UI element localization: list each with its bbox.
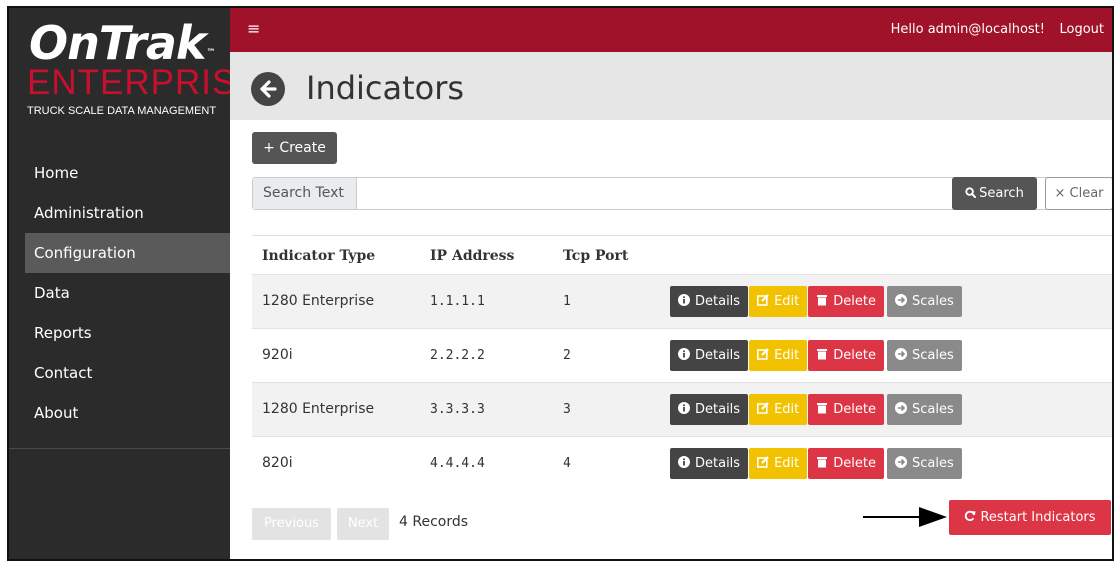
user-greeting: Hello admin@localhost! xyxy=(890,22,1045,37)
sidebar: OnTrak™ ENTERPRISE TRUCK SCALE DATA MANA… xyxy=(9,8,260,559)
details-button[interactable]: Details xyxy=(670,393,749,425)
row-actions: Details Edit Delete Scales xyxy=(660,273,1112,328)
create-button[interactable]: + Create xyxy=(252,132,337,164)
page-title: Indicators xyxy=(306,69,465,107)
refresh-icon xyxy=(965,510,976,521)
previous-button[interactable]: Previous xyxy=(252,508,331,540)
delete-button[interactable]: Delete xyxy=(808,447,884,479)
delete-button[interactable]: Delete xyxy=(808,285,884,317)
cell-indicator-type: 1280 Enterprise xyxy=(252,381,420,436)
next-button[interactable]: Next xyxy=(337,508,389,540)
search-icon xyxy=(965,187,977,199)
top-navbar: ≡ Hello admin@localhost! Logout xyxy=(230,8,1112,52)
cell-indicator-type: 1280 Enterprise xyxy=(252,273,420,328)
sidebar-item-administration[interactable]: Administration xyxy=(9,193,230,233)
restart-indicators-button[interactable]: Restart Indicators xyxy=(949,500,1111,535)
logout-link[interactable]: Logout xyxy=(1059,22,1104,37)
cell-ip-address: 2.2.2.2 xyxy=(420,327,553,382)
delete-button[interactable]: Delete xyxy=(808,393,884,425)
column-header-indicator-type: Indicator Type xyxy=(262,247,376,264)
logo-edition: ENTERPRISE xyxy=(27,63,261,102)
cell-indicator-type: 820i xyxy=(252,435,420,490)
info-circle-icon xyxy=(678,401,690,414)
hamburger-icon[interactable]: ≡ xyxy=(247,21,260,37)
scales-button[interactable]: Scales xyxy=(886,447,962,479)
column-header-tcp-port: Tcp Port xyxy=(563,247,629,264)
arrow-left-circle-icon[interactable] xyxy=(251,72,285,106)
cell-tcp-port: 2 xyxy=(553,327,660,382)
clear-button[interactable]: × Clear xyxy=(1045,177,1112,210)
sidebar-item-data[interactable]: Data xyxy=(9,273,230,313)
edit-button[interactable]: Edit xyxy=(749,285,808,317)
sidebar-divider xyxy=(9,448,230,449)
row-actions: Details Edit Delete Scales xyxy=(660,327,1112,382)
sidebar-item-home[interactable]: Home xyxy=(9,153,230,193)
table-row: 920i 2.2.2.2 2 Details Edit Delete Scales xyxy=(252,327,1112,382)
column-header-ip-address: IP Address xyxy=(430,247,515,264)
details-button[interactable]: Details xyxy=(670,339,749,371)
cell-tcp-port: 4 xyxy=(553,435,660,490)
edit-icon xyxy=(757,293,769,306)
trash-icon xyxy=(817,348,828,359)
logo-tagline: TRUCK SCALE DATA MANAGEMENT xyxy=(27,105,217,117)
brand-logo: OnTrak™ ENTERPRISE TRUCK SCALE DATA MANA… xyxy=(9,8,260,138)
cell-tcp-port: 1 xyxy=(553,273,660,328)
details-button[interactable]: Details xyxy=(670,285,749,317)
edit-button[interactable]: Edit xyxy=(749,393,808,425)
table-row: 1280 Enterprise 1.1.1.1 1 Details Edit Del… xyxy=(252,273,1112,328)
sidebar-item-contact[interactable]: Contact xyxy=(9,353,230,393)
sidebar-item-reports[interactable]: Reports xyxy=(9,313,230,353)
sidebar-nav: Home Administration Configuration Data R… xyxy=(9,153,230,433)
page-header: Indicators xyxy=(230,52,1112,120)
cell-ip-address: 3.3.3.3 xyxy=(420,381,553,436)
sidebar-item-about[interactable]: About xyxy=(9,393,230,433)
callout-arrow-icon xyxy=(863,507,947,527)
search-input[interactable] xyxy=(358,178,948,209)
edit-button[interactable]: Edit xyxy=(749,339,808,371)
logo-wordmark: OnTrak™ xyxy=(29,16,216,70)
edit-icon xyxy=(757,347,769,360)
table-row: 820i 4.4.4.4 4 Details Edit Delete Scales xyxy=(252,435,1112,490)
table-header-row: Indicator Type IP Address Tcp Port xyxy=(252,238,1112,274)
arrow-right-circle-icon xyxy=(894,293,907,306)
delete-button[interactable]: Delete xyxy=(808,339,884,371)
indicators-table: Indicator Type IP Address Tcp Port 1280 … xyxy=(252,238,1112,490)
edit-icon xyxy=(757,455,769,468)
info-circle-icon xyxy=(678,455,690,468)
trash-icon xyxy=(817,456,828,468)
search-button[interactable]: Search xyxy=(952,177,1037,210)
column-header-actions xyxy=(660,238,1112,274)
trash-icon xyxy=(817,402,828,413)
arrow-right-circle-icon xyxy=(894,455,907,468)
arrow-right-circle-icon xyxy=(894,347,907,360)
scales-button[interactable]: Scales xyxy=(886,393,962,425)
details-button[interactable]: Details xyxy=(670,447,749,479)
row-actions: Details Edit Delete Scales xyxy=(660,381,1112,436)
app-window: OnTrak™ ENTERPRISE TRUCK SCALE DATA MANA… xyxy=(7,6,1114,561)
row-actions: Details Edit Delete Scales xyxy=(660,435,1112,490)
edit-button[interactable]: Edit xyxy=(749,447,808,479)
divider xyxy=(252,235,1112,236)
arrow-right-circle-icon xyxy=(894,401,907,414)
info-circle-icon xyxy=(678,347,690,360)
cell-ip-address: 1.1.1.1 xyxy=(420,273,553,328)
trash-icon xyxy=(817,294,828,305)
search-label: Search Text xyxy=(253,178,357,209)
record-count: 4 Records xyxy=(399,514,469,530)
scales-button[interactable]: Scales xyxy=(886,339,962,371)
search-bar: Search Text Search × Clear xyxy=(252,177,1112,210)
info-circle-icon xyxy=(678,293,690,306)
scales-button[interactable]: Scales xyxy=(886,285,962,317)
edit-icon xyxy=(757,401,769,414)
cell-tcp-port: 3 xyxy=(553,381,660,436)
cell-indicator-type: 920i xyxy=(252,327,420,382)
cell-ip-address: 4.4.4.4 xyxy=(420,435,553,490)
table-row: 1280 Enterprise 3.3.3.3 3 Details Edit Del… xyxy=(252,381,1112,436)
sidebar-item-configuration[interactable]: Configuration xyxy=(25,233,230,273)
